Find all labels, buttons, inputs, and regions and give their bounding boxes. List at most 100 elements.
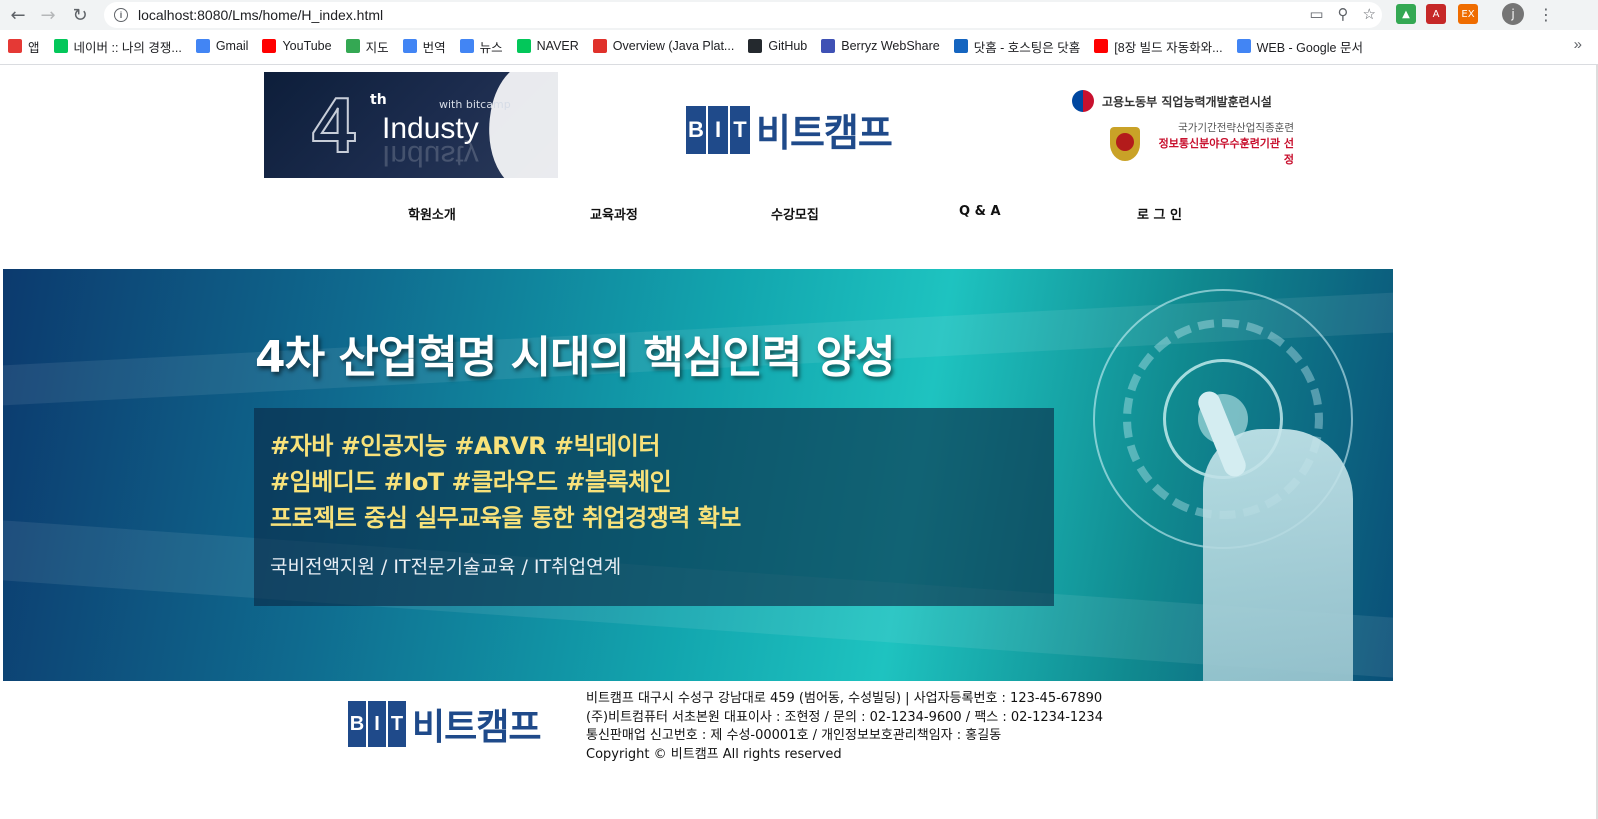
pdf-extension-icon[interactable]: A [1426,4,1446,24]
footer-company: (주)비트컴퓨터 서초본원 대표이사 : 조현정 / 문의 : 02-1234-… [586,709,1103,725]
hero-banner: 4차 산업혁명 시대의 핵심인력 양성 #자바 #인공지능 #ARVR #빅데이… [3,269,1393,681]
bookmark-item[interactable]: 뉴스 [459,37,503,56]
bookmark-item[interactable]: YouTube [262,39,332,53]
logo-number: 4 [311,80,356,170]
zoom-icon[interactable]: ⚲ [1338,5,1349,23]
brand-name: 비트캠프 [412,707,541,748]
bookmark-label: 뉴스 [479,40,503,55]
bit-letters: B I T [348,701,408,747]
shield-emblem-icon [1110,126,1140,161]
news-icon [459,39,474,53]
bookmark-label: Gmail [215,39,249,53]
bit-letter: B [686,105,706,154]
chrome-menu-icon[interactable]: ⋮ [1536,4,1556,24]
main-nav: 학원소개 교육과정 수강모집 Q & A 로 그 인 [0,204,1598,224]
ministry-text: 고용노동부 직업능력개발훈련시설 [1102,94,1272,109]
bookmarks-overflow-icon[interactable]: » [1574,36,1582,53]
address-bar[interactable]: i localhost:8080/Lms/home/H_index.html ▭… [104,2,1382,28]
industry-4th-logo[interactable]: 4 th with bitcamp Industy Industy [264,72,558,178]
bit-letter: T [388,701,406,747]
chrome-divider [0,64,1598,65]
bookmark-item[interactable]: Gmail [195,39,249,53]
nav-enrollment[interactable]: 수강모집 [771,204,819,223]
bookmark-label: Berryz WebShare [841,39,940,53]
site-info-icon[interactable]: i [114,8,128,22]
footer-info: 비트캠프 대구시 수성구 강남대로 459 (범어동, 수성빌딩) | 사업자등… [586,690,1103,764]
bit-letter: T [730,105,750,154]
naver-icon [53,39,68,53]
bookmark-item[interactable]: Overview (Java Plat... [592,39,735,53]
youtube-icon [262,39,277,53]
logo-word-reflection: Industy [382,139,479,172]
banner-tag-line: #임베디드 #IoT #클라우드 #블록체인 [270,468,672,496]
bit-letter: I [708,105,728,154]
google-icon [195,39,210,53]
nav-qna[interactable]: Q & A [959,204,1001,219]
logo-superscript: th [370,92,387,108]
extension-icon[interactable]: EX [1458,4,1478,24]
address-url[interactable]: localhost:8080/Lms/home/H_index.html [138,7,383,23]
bookmark-label: Overview (Java Plat... [612,39,735,53]
bookmark-label: 닷홈 - 호스팅은 닷홈 [973,40,1081,55]
translate-icon [402,39,417,53]
banner-support-text: 국비전액지원 / IT전문기술교육 / IT취업연계 [270,556,622,578]
bookmark-item[interactable]: GitHub [748,39,807,53]
cast-icon[interactable]: ▭ [1309,5,1323,23]
bit-letter: B [348,701,366,747]
logo-with-text: with bitcamp [439,98,511,111]
gov-line-b: 정보통신분야우수훈련기관 선정 [1158,137,1294,166]
bookmark-label: 앱 [28,40,40,55]
brand-name: 비트캠프 [756,111,893,155]
bookmark-label: WEB - Google 문서 [1256,40,1363,55]
maps-icon [345,39,360,53]
bookmark-star-icon[interactable]: ☆ [1363,5,1376,23]
bookmark-label: GitHub [768,39,808,53]
dothome-icon [953,39,968,53]
gov-line-a: 국가기간전략산업직종훈련 [1178,122,1294,134]
bit-letter: I [368,701,386,747]
youtube-icon [1094,39,1109,53]
bookmark-item[interactable]: 닷홈 - 호스팅은 닷홈 [953,37,1081,56]
nav-courses[interactable]: 교육과정 [590,204,638,223]
footer-bitcamp-logo: B I T 비트캠프 [348,698,541,750]
forward-arrow-icon[interactable]: → [32,0,64,30]
google-drive-icon[interactable]: ▲ [1396,4,1416,24]
taegeuk-emblem-icon [1072,90,1094,112]
bookmark-label: [8장 빌드 자동화와... [1114,40,1223,55]
footer-registration: 통신판매업 신고번호 : 제 수성-00001호 / 개인정보보호관리책임자 :… [586,728,1002,743]
bit-letters: B I T [686,105,752,154]
nav-about[interactable]: 학원소개 [408,204,456,223]
banner-headline: 4차 산업혁명 시대의 핵심인력 양성 [255,332,896,383]
bookmark-label: 지도 [365,40,389,55]
github-icon [748,39,763,53]
bookmark-label: 네이버 :: 나의 경쟁... [73,40,182,55]
bookmark-label: YouTube [282,39,332,53]
banner-tag-line: #자바 #인공지능 #ARVR #빅데이터 [270,432,660,460]
oracle-icon [592,39,607,53]
back-arrow-icon[interactable]: ← [2,0,34,30]
bookmark-item[interactable]: 앱 [8,37,40,56]
bookmark-label: 번역 [422,40,446,55]
bookmark-label: NAVER [536,39,579,53]
bookmark-item[interactable]: 네이버 :: 나의 경쟁... [53,37,182,56]
bitcamp-logo[interactable]: B I T 비트캠프 [686,102,893,157]
docs-icon [1236,39,1251,53]
webshare-icon [821,39,836,53]
reload-icon[interactable]: ↻ [64,0,96,30]
bookmarks-bar: 앱 네이버 :: 나의 경쟁... Gmail YouTube 지도 번역 뉴스 NAVER O… [0,32,1598,60]
browser-toolbar: ← → ↻ i localhost:8080/Lms/home/H_index.… [0,0,1598,30]
bookmark-item[interactable]: 지도 [345,37,389,56]
bookmark-item[interactable]: NAVER [516,39,579,53]
banner-tag-line: 프로젝트 중심 실무교육을 통한 취업경쟁력 확보 [270,504,741,532]
bookmark-item[interactable]: Berryz WebShare [821,39,940,53]
apps-grid-icon [8,39,22,53]
profile-avatar[interactable]: j [1502,3,1524,25]
government-certification: 고용노동부 직업능력개발훈련시설 국가기간전략산업직종훈련 정보통신분야우수훈련… [1072,90,1298,167]
brush-stroke [473,72,558,178]
nav-login[interactable]: 로 그 인 [1137,204,1182,223]
bookmark-item[interactable]: WEB - Google 문서 [1236,37,1363,56]
naver-icon [516,39,531,53]
bookmark-item[interactable]: [8장 빌드 자동화와... [1094,37,1223,56]
footer-address: 비트캠프 대구시 수성구 강남대로 459 (범어동, 수성빌딩) | 사업자등… [586,691,1103,706]
bookmark-item[interactable]: 번역 [402,37,446,56]
